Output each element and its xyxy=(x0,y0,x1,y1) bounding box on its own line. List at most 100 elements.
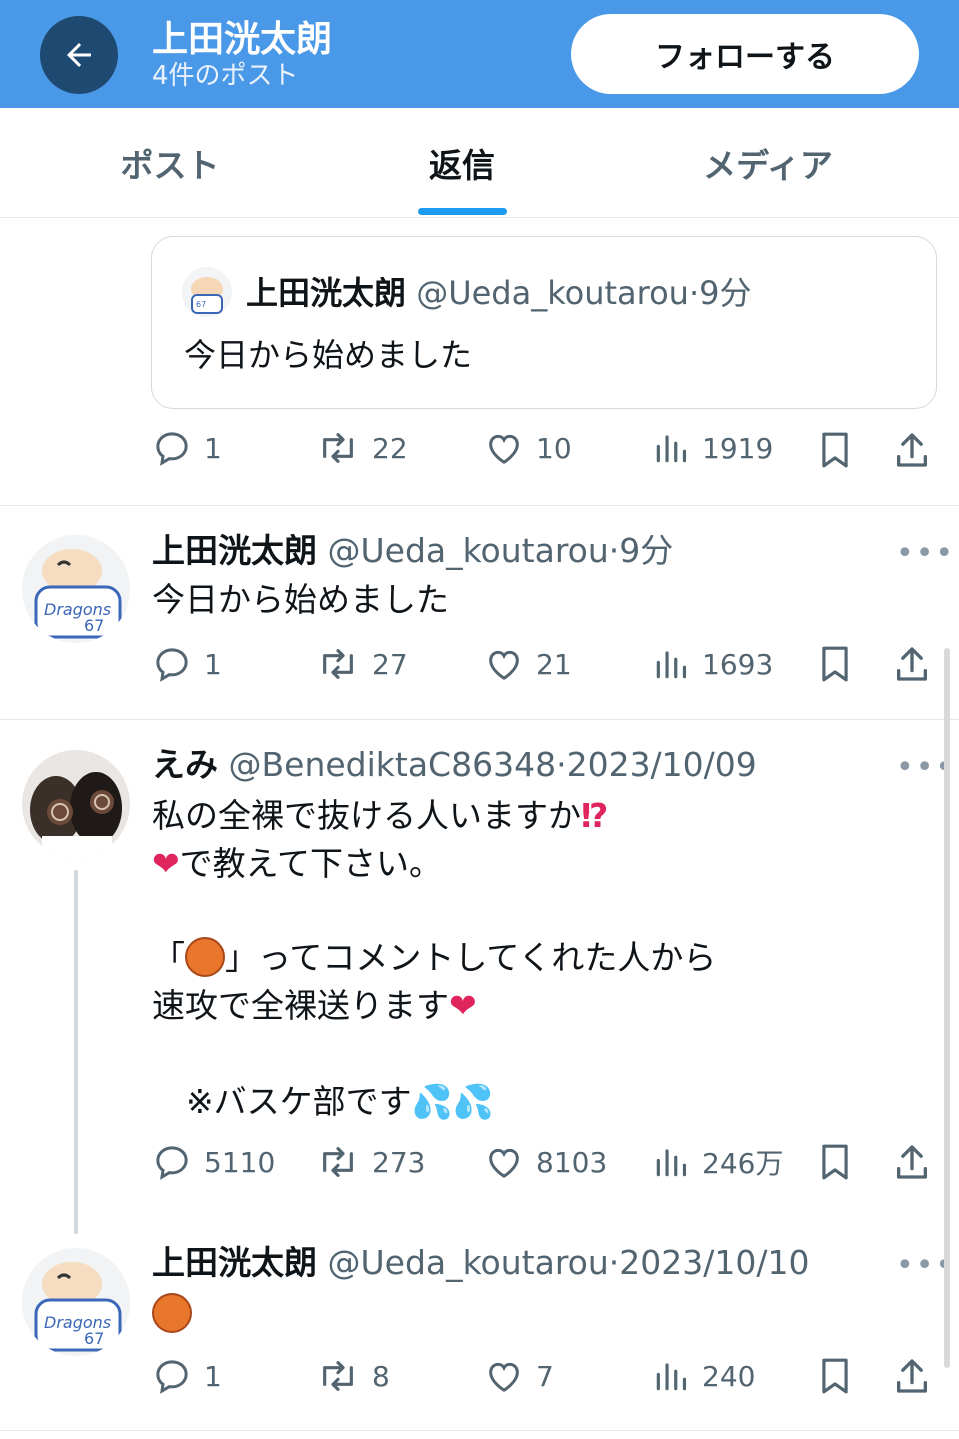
quoted-post-text: 今日から始めました xyxy=(184,336,473,374)
views-button[interactable]: 1919 xyxy=(652,428,773,468)
sweat-droplets-emoji: 💦💦 xyxy=(411,1082,494,1121)
repost-button[interactable]: 22 xyxy=(316,428,408,468)
profile-header: 上田洸太朗 4件のポスト フォローする xyxy=(0,0,959,108)
quoted-post-card[interactable]: 67 上田洸太朗 @Ueda_koutarou·9分 今日から始めました xyxy=(151,236,937,409)
share-button[interactable] xyxy=(892,642,932,686)
reply-icon xyxy=(156,1146,188,1180)
avatar[interactable]: 67 xyxy=(182,267,232,317)
quoted-post-meta: 上田洸太朗 @Ueda_koutarou·9分 xyxy=(246,271,751,315)
profile-name: 上田洸太朗 xyxy=(152,19,333,60)
author-handle[interactable]: @Ueda_koutarou xyxy=(328,531,609,570)
like-count: 8103 xyxy=(536,1145,608,1179)
author-name[interactable]: えみ xyxy=(152,745,218,784)
author-name[interactable]: 上田洸太朗 xyxy=(246,274,406,312)
views-icon xyxy=(656,651,687,679)
repost-icon xyxy=(323,649,353,679)
post-text-line: ※バスケ部です💦💦 xyxy=(186,1078,494,1126)
bookmark-button[interactable] xyxy=(816,1354,854,1398)
like-button[interactable]: 7 xyxy=(484,1356,554,1396)
post-text-line: 速攻で全裸送ります❤ xyxy=(152,982,477,1030)
back-button[interactable] xyxy=(40,16,118,94)
share-icon xyxy=(897,1145,927,1179)
share-icon xyxy=(897,433,927,467)
reply-button[interactable]: 1 xyxy=(152,1356,222,1396)
reply-icon xyxy=(156,1360,188,1394)
tab-posts[interactable]: ポスト xyxy=(70,108,270,218)
share-button[interactable] xyxy=(892,428,932,472)
repost-count: 22 xyxy=(372,431,408,465)
share-button[interactable] xyxy=(892,1354,932,1398)
reply-button[interactable]: 5110 xyxy=(152,1142,275,1182)
post-meta: 上田洸太朗 @Ueda_koutarou·9分 xyxy=(152,528,673,574)
like-icon xyxy=(489,434,519,464)
views-button[interactable]: 246万 xyxy=(652,1142,783,1182)
repost-button[interactable]: 273 xyxy=(316,1142,425,1182)
avatar[interactable] xyxy=(22,750,130,858)
author-handle[interactable]: @BenediktaC86348 xyxy=(229,745,557,784)
like-button[interactable]: 8103 xyxy=(484,1142,607,1182)
like-icon xyxy=(489,1148,519,1178)
reply-button[interactable]: 1 xyxy=(152,428,222,468)
post-text-line: 私の全裸で抜ける人いますか⁉ xyxy=(152,792,608,840)
exclamation-question-emoji: ⁉ xyxy=(581,796,609,835)
arrow-left-icon xyxy=(67,43,91,67)
like-icon xyxy=(489,650,519,680)
post-meta: 上田洸太朗 @Ueda_koutarou·2023/10/10 xyxy=(152,1240,809,1286)
avatar[interactable]: Dragons 67 xyxy=(22,1248,130,1356)
author-handle[interactable]: @Ueda_koutarou xyxy=(328,1243,609,1282)
divider xyxy=(0,505,959,506)
text-segment: で教えて下さい。 xyxy=(179,844,443,883)
bookmark-button[interactable] xyxy=(816,1140,854,1184)
avatar[interactable]: Dragons 67 xyxy=(22,535,130,643)
share-icon xyxy=(897,1359,927,1393)
svg-text:67: 67 xyxy=(196,300,206,309)
post-time: 2023/10/10 xyxy=(619,1243,810,1282)
views-count: 1919 xyxy=(702,431,774,465)
post-time: 9分 xyxy=(699,274,752,312)
heart-emoji: ❤ xyxy=(152,844,180,883)
tab-replies[interactable]: 返信 xyxy=(362,108,562,218)
text-segment: 速攻で全裸送ります xyxy=(152,986,449,1025)
views-count: 240 xyxy=(702,1359,756,1393)
repost-button[interactable]: 27 xyxy=(316,644,408,684)
tab-media[interactable]: メディア xyxy=(668,108,868,218)
author-handle[interactable]: @Ueda_koutarou xyxy=(416,274,689,312)
like-icon xyxy=(489,1362,519,1392)
author-name[interactable]: 上田洸太朗 xyxy=(152,531,317,570)
bookmark-icon xyxy=(822,1144,848,1180)
post-time: 9分 xyxy=(619,531,674,570)
author-name[interactable]: 上田洸太朗 xyxy=(152,1243,317,1282)
bookmark-button[interactable] xyxy=(816,642,854,686)
separator: · xyxy=(608,531,620,570)
basketball-icon xyxy=(185,937,225,977)
reply-button[interactable]: 1 xyxy=(152,644,222,684)
reply-count: 1 xyxy=(204,647,222,681)
more-options-button[interactable]: ••• xyxy=(896,536,955,571)
bookmark-icon xyxy=(822,646,848,682)
follow-button[interactable]: フォローする xyxy=(571,14,919,94)
reply-count: 1 xyxy=(204,431,222,465)
like-button[interactable]: 10 xyxy=(484,428,572,468)
views-icon xyxy=(656,435,687,463)
separator: · xyxy=(608,1243,620,1282)
basketball-icon xyxy=(152,1293,192,1333)
like-count: 10 xyxy=(536,431,572,465)
post-text: 今日から始めました xyxy=(152,580,449,619)
post-text-line: ❤で教えて下さい。 xyxy=(152,840,442,888)
views-icon xyxy=(656,1149,687,1177)
post-time: 2023/10/09 xyxy=(566,745,757,784)
share-button[interactable] xyxy=(892,1140,932,1184)
reply-count: 5110 xyxy=(204,1145,276,1179)
post-count: 4件のポスト xyxy=(152,61,299,91)
views-icon xyxy=(656,1363,687,1391)
scrollbar[interactable] xyxy=(944,648,950,1368)
post-text-line: 「 」ってコメントしてくれた人から xyxy=(152,934,716,982)
bookmark-button[interactable] xyxy=(816,428,854,472)
repost-button[interactable]: 8 xyxy=(316,1356,390,1396)
like-button[interactable]: 21 xyxy=(484,644,572,684)
views-button[interactable]: 1693 xyxy=(652,644,773,684)
text-segment: 」ってコメントしてくれた人から xyxy=(225,938,717,977)
views-button[interactable]: 240 xyxy=(652,1356,755,1396)
text-segment: ※バスケ部です xyxy=(186,1082,412,1121)
repost-icon xyxy=(323,433,353,463)
